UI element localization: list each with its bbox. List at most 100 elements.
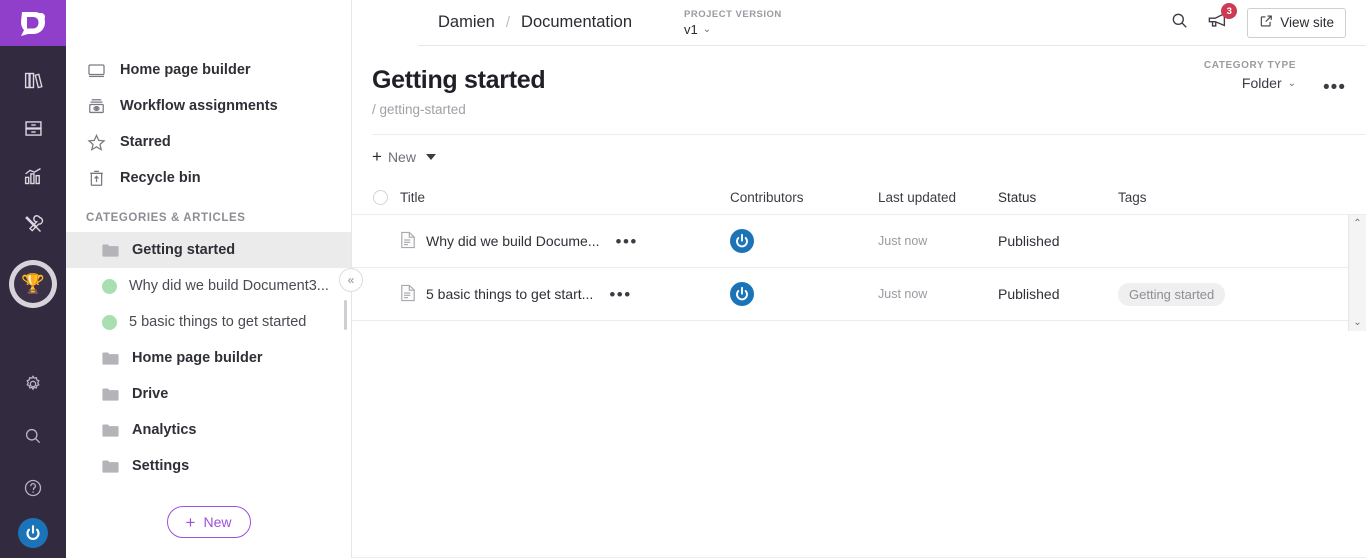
rail-item-settings[interactable] <box>10 362 56 406</box>
plus-icon: + <box>372 147 382 166</box>
category-type-label: CATEGORY TYPE <box>1203 60 1296 71</box>
sidebar-tree-home-page-builder[interactable]: Home page builder <box>66 340 351 376</box>
rail-item-search[interactable] <box>10 414 56 458</box>
sidebar-tree-label: Why did we build Document3... <box>129 278 329 294</box>
sidebar-item-label: Recycle bin <box>120 170 201 186</box>
sidebar-tree-label: Settings <box>132 458 190 474</box>
table-row[interactable]: Why did we build Docume... ••• Just now … <box>352 215 1366 268</box>
sidebar-tree-drive[interactable]: Drive <box>66 376 351 412</box>
new-dropdown-button[interactable]: + New <box>372 148 436 165</box>
analytics-chart-icon <box>23 166 44 187</box>
gear-icon <box>23 374 43 394</box>
table-row[interactable]: 5 basic things to get start... ••• Just … <box>352 268 1366 321</box>
category-type: CATEGORY TYPE Folder ⌄ <box>1204 60 1296 91</box>
table-scrollbar[interactable]: ⌃ ⌄ <box>1348 215 1366 331</box>
scroll-up-icon[interactable]: ⌃ <box>1353 218 1361 229</box>
select-all-checkbox[interactable] <box>360 190 400 205</box>
column-last-updated: Last updated <box>878 190 957 205</box>
sidebar-item-recycle-bin[interactable]: Recycle bin <box>66 160 351 196</box>
sidebar-new-button[interactable]: + New <box>166 506 251 538</box>
search-icon <box>23 426 43 446</box>
folder-icon <box>100 387 120 402</box>
contributor-avatar[interactable] <box>730 282 754 306</box>
star-icon <box>86 133 106 152</box>
rail-item-analytics[interactable] <box>10 154 56 198</box>
scroll-down-icon[interactable]: ⌄ <box>1353 317 1361 328</box>
tag-chip[interactable]: Getting started <box>1118 282 1226 306</box>
chevron-down-icon: ⌄ <box>702 23 712 35</box>
rail-item-knowledge-base[interactable] <box>10 58 56 102</box>
row-overflow-menu[interactable]: ••• <box>609 286 631 303</box>
content-area: Getting started / getting-started CATEGO… <box>352 46 1366 558</box>
contributor-avatar[interactable] <box>730 229 754 253</box>
sidebar-tree-label: 5 basic things to get started <box>129 314 307 330</box>
announcements-button[interactable]: 3 <box>1207 3 1238 35</box>
article-status-dot <box>102 314 117 330</box>
sidebar-collapse-button[interactable]: « <box>339 268 363 292</box>
rail-bottom-group <box>0 362 66 548</box>
plus-icon: + <box>185 512 196 532</box>
left-rail: 🏆 <box>0 0 66 558</box>
sidebar-tree-label: Drive <box>132 386 169 402</box>
document360-logo-icon <box>21 12 45 36</box>
chevron-down-icon: ⌄ <box>1287 77 1296 89</box>
folder-icon <box>100 459 120 474</box>
sidebar-item-home-page-builder[interactable]: Home page builder <box>66 52 351 88</box>
folder-icon <box>100 351 120 366</box>
trophy-icon: 🏆 <box>14 265 52 303</box>
project-version-value-wrap: v1 ⌄ <box>684 22 782 37</box>
sidebar-item-label: Workflow assignments <box>120 98 278 114</box>
row-status: Published <box>998 233 1060 249</box>
sidebar-section-label: CATEGORIES & ARTICLES <box>86 212 246 224</box>
project-version-value: v1 <box>684 21 698 37</box>
sidebar-tree-article-why-did-we-build[interactable]: Why did we build Document3... <box>66 268 351 304</box>
books-icon <box>23 70 44 91</box>
sidebar-tree-label: Analytics <box>132 422 197 438</box>
tools-icon <box>23 214 44 235</box>
row-last-updated: Just now <box>878 234 928 248</box>
folder-icon <box>100 243 120 258</box>
app-root: 🏆 Home page builder Workflow assignments… <box>0 0 1366 558</box>
contributor-avatar-icon <box>732 231 752 251</box>
breadcrumb-project[interactable]: Documentation <box>521 13 632 32</box>
rail-item-achievements[interactable]: 🏆 <box>9 260 57 308</box>
sidebar-item-starred[interactable]: Starred <box>66 124 351 160</box>
row-overflow-menu[interactable]: ••• <box>616 233 638 250</box>
breadcrumb-workspace[interactable]: Damien <box>438 13 495 32</box>
row-contributors <box>730 282 878 306</box>
row-title[interactable]: Why did we build Docume... <box>426 233 600 249</box>
sidebar-new-button-wrap: + New <box>66 506 351 538</box>
monitor-icon <box>86 61 106 80</box>
rail-item-tools[interactable] <box>10 202 56 246</box>
caret-down-icon <box>425 153 436 160</box>
category-type-value: Folder <box>1241 75 1282 91</box>
category-type-dropdown[interactable]: Folder ⌄ <box>1204 75 1296 91</box>
sidebar-tree-settings[interactable]: Settings <box>66 448 351 484</box>
sidebar-scrollbar-thumb[interactable] <box>344 300 347 330</box>
view-site-button[interactable]: View site <box>1247 7 1346 38</box>
new-dropdown-label: New <box>387 148 416 165</box>
trash-icon <box>86 169 106 188</box>
search-icon <box>1170 11 1189 35</box>
top-bar-actions: 3 View site <box>1170 3 1366 38</box>
sidebar-tree-label: Getting started <box>132 242 236 258</box>
sidebar-item-label: Starred <box>120 134 171 150</box>
sidebar-tree-analytics[interactable]: Analytics <box>66 412 351 448</box>
page-overflow-menu[interactable]: ••• <box>1323 78 1346 97</box>
external-link-icon <box>1259 14 1273 31</box>
app-logo[interactable] <box>0 0 66 46</box>
sidebar-item-label: Home page builder <box>120 62 251 78</box>
sidebar-tree-article-5-basic-things[interactable]: 5 basic things to get started <box>66 304 351 340</box>
user-avatar-icon <box>22 522 44 544</box>
rail-item-help[interactable] <box>10 466 56 510</box>
project-version-selector[interactable]: PROJECT VERSION v1 ⌄ <box>684 9 782 37</box>
row-title[interactable]: 5 basic things to get start... <box>426 286 593 302</box>
row-title-cell: Why did we build Docume... ••• <box>400 231 730 252</box>
row-last-updated: Just now <box>878 287 928 301</box>
sidebar-tree-getting-started[interactable]: Getting started <box>66 232 351 268</box>
chevron-double-left-icon: « <box>347 273 355 287</box>
user-avatar[interactable] <box>18 518 48 548</box>
rail-item-drive[interactable] <box>10 106 56 150</box>
header-search-button[interactable] <box>1170 11 1189 35</box>
sidebar-item-workflow-assignments[interactable]: Workflow assignments <box>66 88 351 124</box>
